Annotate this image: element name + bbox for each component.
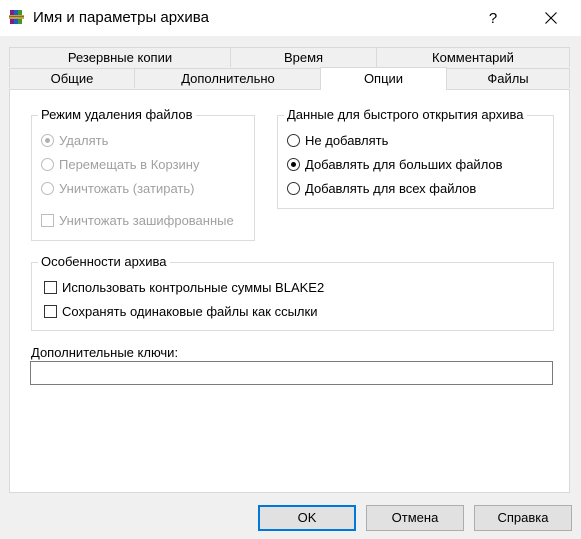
- blake2-label: Использовать контрольные суммы BLAKE2: [62, 280, 325, 295]
- extra-switches-input[interactable]: [30, 361, 553, 385]
- blake2-box[interactable]: [44, 281, 57, 294]
- radio-all-files-button[interactable]: [287, 182, 300, 195]
- tab-time[interactable]: Время: [230, 47, 377, 67]
- radio-no-add-button[interactable]: [287, 134, 300, 147]
- title-bar: Имя и параметры архива ?: [0, 0, 581, 36]
- tab-general[interactable]: Общие: [9, 68, 135, 88]
- radio-no-add[interactable]: Не добавлять: [287, 133, 388, 148]
- radio-delete[interactable]: Удалять: [41, 133, 108, 148]
- quick-open-group: Данные для быстрого открытия архива Не д…: [277, 107, 554, 209]
- radio-wipe-button[interactable]: [41, 182, 54, 195]
- links-label: Сохранять одинаковые файлы как ссылки: [62, 304, 318, 319]
- radio-recycle[interactable]: Перемещать в Корзину: [41, 157, 200, 172]
- tab-comment[interactable]: Комментарий: [376, 47, 570, 67]
- delete-mode-title: Режим удаления файлов: [38, 107, 196, 122]
- cancel-button[interactable]: Отмена: [366, 505, 464, 531]
- help-button[interactable]: Справка: [474, 505, 572, 531]
- ok-button[interactable]: OK: [258, 505, 356, 531]
- archive-features-group: Особенности архива Использовать контроль…: [31, 254, 554, 331]
- close-button[interactable]: [528, 0, 574, 36]
- radio-recycle-label: Перемещать в Корзину: [59, 157, 200, 172]
- radio-delete-button[interactable]: [41, 134, 54, 147]
- options-tab-panel: Режим удаления файлов Удалять Перемещать…: [9, 89, 570, 493]
- tab-advanced[interactable]: Дополнительно: [134, 68, 322, 88]
- links-checkbox[interactable]: Сохранять одинаковые файлы как ссылки: [44, 304, 317, 319]
- wipe-encrypted-label: Уничтожать зашифрованные: [59, 213, 234, 228]
- window-title: Имя и параметры архива: [33, 9, 209, 26]
- radio-large-files-button[interactable]: [287, 158, 300, 171]
- delete-mode-group: Режим удаления файлов Удалять Перемещать…: [31, 107, 255, 241]
- tab-backups[interactable]: Резервные копии: [9, 47, 231, 67]
- winrar-books-icon: [9, 9, 25, 25]
- wipe-encrypted-checkbox[interactable]: Уничтожать зашифрованные: [41, 213, 234, 228]
- links-box[interactable]: [44, 305, 57, 318]
- wipe-encrypted-box[interactable]: [41, 214, 54, 227]
- tab-files[interactable]: Файлы: [446, 68, 570, 88]
- radio-all-files-label: Добавлять для всех файлов: [305, 181, 477, 196]
- help-title-button[interactable]: ?: [470, 0, 516, 36]
- radio-all-files[interactable]: Добавлять для всех файлов: [287, 181, 476, 196]
- radio-large-files-label: Добавлять для больших файлов: [305, 157, 503, 172]
- tab-options[interactable]: Опции: [320, 67, 447, 90]
- blake2-checkbox[interactable]: Использовать контрольные суммы BLAKE2: [44, 280, 324, 295]
- radio-delete-label: Удалять: [59, 133, 109, 148]
- radio-no-add-label: Не добавлять: [305, 133, 389, 148]
- close-icon: [545, 12, 557, 24]
- radio-recycle-button[interactable]: [41, 158, 54, 171]
- radio-wipe-label: Уничтожать (затирать): [59, 181, 195, 196]
- quick-open-title: Данные для быстрого открытия архива: [284, 107, 527, 122]
- extra-switches-label: Дополнительные ключи:: [31, 345, 179, 360]
- archive-features-title: Особенности архива: [38, 254, 170, 269]
- radio-wipe[interactable]: Уничтожать (затирать): [41, 181, 194, 196]
- radio-large-files[interactable]: Добавлять для больших файлов: [287, 157, 503, 172]
